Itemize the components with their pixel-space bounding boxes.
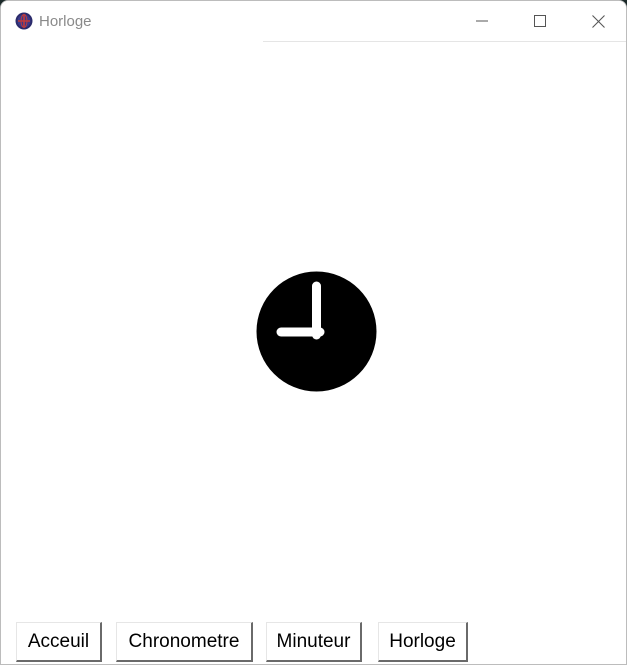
main-content: Acceuil Chronometre Minuteur Horloge xyxy=(1,42,626,664)
app-window: Horloge Acceuil Chronometre Minuteur Hor… xyxy=(0,0,627,665)
maximize-button[interactable] xyxy=(511,1,569,41)
window-title: Horloge xyxy=(39,13,92,30)
horloge-button[interactable]: Horloge xyxy=(378,622,468,662)
maximize-icon xyxy=(534,15,546,27)
title-bar[interactable]: Horloge xyxy=(1,1,626,41)
minuteur-button[interactable]: Minuteur xyxy=(266,622,362,662)
clock-icon xyxy=(256,271,377,392)
minimize-button[interactable] xyxy=(453,1,511,41)
close-icon xyxy=(591,14,605,28)
navigation-bar: Acceuil Chronometre Minuteur Horloge xyxy=(1,622,626,664)
minimize-icon xyxy=(476,20,488,22)
globe-icon xyxy=(15,12,33,30)
close-button[interactable] xyxy=(569,1,626,41)
acceuil-button[interactable]: Acceuil xyxy=(16,622,102,662)
chronometre-button[interactable]: Chronometre xyxy=(116,622,253,662)
